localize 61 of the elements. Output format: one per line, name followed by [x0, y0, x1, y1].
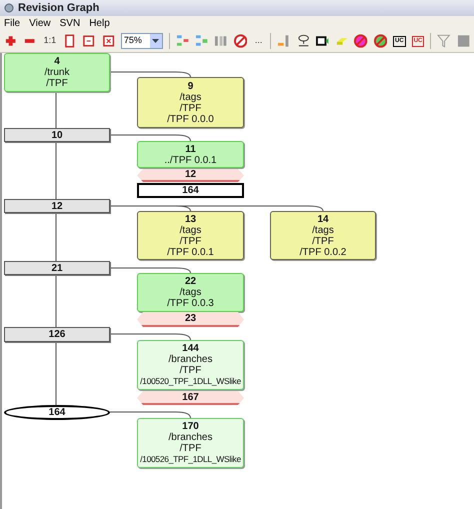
menu-item[interactable]: View: [29, 16, 51, 30]
revision-number: 4: [54, 56, 60, 67]
fader-icon[interactable]: [277, 34, 291, 48]
revision-number: 14: [317, 214, 329, 224]
node-path: /TPF: [180, 102, 202, 114]
filter-icon[interactable]: [437, 34, 451, 48]
revision-number: 164: [48, 407, 66, 418]
revision-number: 167: [182, 392, 199, 402]
node-path: /TPF 0.0.0: [167, 114, 214, 124]
revision-number: 22: [184, 276, 196, 287]
node-path: /tags: [312, 224, 334, 236]
fit-page-icon[interactable]: [102, 34, 115, 48]
node-icon[interactable]: [296, 34, 310, 48]
node-path: /TPF: [46, 78, 68, 89]
node-path: /tags: [180, 92, 202, 102]
menu-item[interactable]: Help: [89, 16, 110, 30]
revision-number: 12: [184, 169, 196, 180]
node-path: /TPF: [180, 236, 202, 246]
plus-icon[interactable]: [4, 34, 18, 48]
revision-number: 12: [51, 200, 63, 212]
node-path: /trunk: [44, 67, 70, 78]
revision-number: 21: [51, 262, 63, 274]
zoom-dropdown[interactable]: 75%: [120, 33, 163, 49]
revision-number: 10: [51, 130, 63, 140]
more-button[interactable]: ...: [252, 34, 264, 48]
revision-number: 170: [182, 421, 199, 432]
revision-number: 11: [185, 144, 196, 154]
node-path: /TPF 0.0.3: [167, 298, 214, 309]
columns-icon[interactable]: [214, 34, 228, 48]
revision-number: 164: [182, 185, 199, 196]
menu-item[interactable]: File: [4, 16, 20, 30]
node-path: /tags: [180, 224, 202, 236]
node-path: /TPF: [180, 443, 202, 454]
revision-number: 144: [182, 343, 199, 354]
revision-number: 13: [184, 214, 196, 224]
graph-layout-icon[interactable]: [176, 34, 190, 48]
node-path: /100520_TPF_1DLL_WSlike: [140, 376, 241, 387]
no-entry-icon[interactable]: [374, 34, 388, 48]
node-path: ../TPF 0.0.1: [164, 154, 217, 166]
node-path: /TPF 0.0.2: [300, 246, 346, 258]
revision-number: 9: [188, 80, 194, 92]
menu-item[interactable]: SVN: [60, 16, 80, 30]
film-icon[interactable]: [316, 34, 330, 48]
node-path: /tags: [180, 287, 202, 298]
node-path: /TPF: [180, 365, 202, 376]
caret-icon: [152, 39, 160, 43]
node-path: /TPF 0.0.1: [167, 246, 214, 258]
revision-number: 126: [48, 329, 66, 340]
node-path: /TPF: [312, 236, 334, 246]
node-path: /branches: [168, 432, 212, 443]
node-path: /100526_TPF_1DLL_WSlike: [140, 454, 241, 465]
no-entry-icon[interactable]: [354, 34, 368, 48]
fit-width-icon[interactable]: [82, 34, 96, 48]
window-title: Revision Graph: [18, 0, 100, 16]
node-path: /branches: [168, 354, 212, 365]
zoom-reset-button[interactable]: 1:1: [42, 34, 58, 48]
app-icon: [4, 3, 14, 13]
fit-height-icon[interactable]: [63, 34, 76, 48]
square-icon[interactable]: [456, 34, 470, 48]
revision-number: 23: [184, 313, 196, 324]
no-entry-icon[interactable]: [234, 34, 247, 48]
